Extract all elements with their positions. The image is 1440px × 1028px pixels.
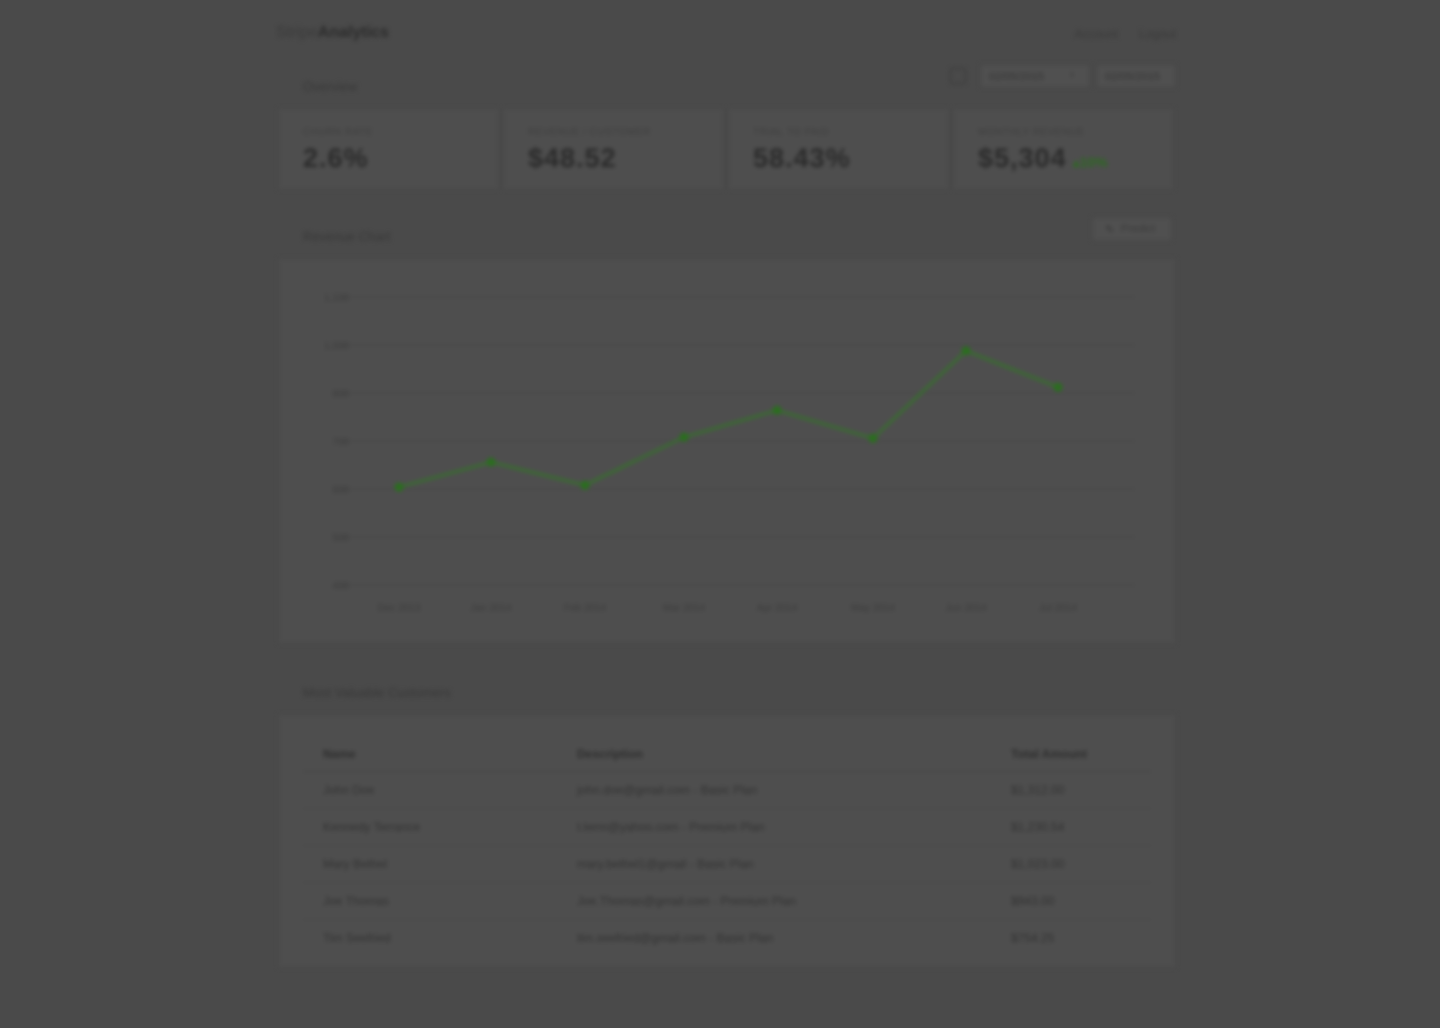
dashboard-page: StripeAnalytics Account Logout Overview … — [0, 0, 1440, 1028]
brand-name: Analytics — [317, 24, 389, 41]
y-tick-label: 700 — [332, 437, 349, 448]
kpi-churn-rate: CHURN RATE 2.6% — [278, 108, 499, 190]
cell-description: mary.bethel1@gmail - Basic Plan — [576, 845, 1010, 883]
chevron-right-icon: › — [1070, 67, 1074, 81]
cell-description: t.term@yahoo.com - Premium Plan — [576, 808, 1010, 846]
table-row[interactable]: John Doe john.doe@gmail.com - Basic Plan… — [303, 771, 1151, 809]
x-tick-label: May 2014 — [851, 603, 895, 614]
brand-prefix: Stripe — [276, 24, 318, 41]
cell-description: tim.seefried@gmail.com - Basic Plan — [577, 931, 774, 945]
data-point[interactable] — [868, 433, 878, 443]
kpi-label: TRIAL TO PAID — [753, 127, 830, 138]
top-bar: StripeAnalytics Account Logout — [276, 20, 1176, 46]
kpi-value: 58.43% — [753, 143, 851, 173]
customers-title: Most Valuable Customers — [303, 685, 451, 700]
kpi-delta-badge: ▴10% — [1072, 154, 1108, 170]
cell-total-amount: $943.00 — [1010, 882, 1151, 920]
cell-total-amount: $1,230.54 — [1010, 808, 1151, 846]
customers-table: Name Description Total Amount John Doe j… — [303, 737, 1151, 956]
revenue-line-chart: 400 500 600 700 800 1,000 1,100 Dec 2013 Jan 201… — [324, 293, 1135, 614]
y-tick-label: 400 — [332, 581, 349, 592]
kpi-monthly-revenue: MONTHLY REVENUE $5,304 ▴10% — [953, 108, 1174, 190]
date-to-input[interactable]: 02/05/2015 — [1096, 64, 1176, 88]
cell-total-amount: $1,312.00 — [1010, 771, 1151, 809]
y-tick-label: 500 — [332, 533, 349, 544]
kpi-label: MONTHLY REVENUE — [978, 127, 1085, 138]
data-point[interactable] — [486, 457, 496, 467]
x-tick-label: Feb 2014 — [564, 603, 607, 614]
kpi-value: 2.6% — [303, 143, 369, 173]
data-point[interactable] — [679, 432, 689, 442]
top-links: Account Logout — [1057, 27, 1176, 41]
overview-title: Overview — [303, 79, 358, 94]
revenue-chart-title: Revenue Chart — [303, 229, 391, 244]
table-row[interactable]: Tim Seefried tim.seefried@gmail.com - Ba… — [303, 920, 1151, 957]
x-tick-label: Apr 2014 — [757, 603, 798, 614]
table-row[interactable]: Mary Bethel mary.bethel1@gmail - Basic P… — [303, 845, 1151, 883]
x-tick-label: Jan 2014 — [470, 603, 512, 614]
predict-label: Predict — [1121, 223, 1156, 235]
kpi-value-wrap: $5,304 ▴10% — [978, 143, 1108, 174]
data-point[interactable] — [1053, 382, 1063, 392]
cell-name: Tim Seefried — [323, 931, 391, 945]
x-tick-label: Jun 2014 — [945, 603, 987, 614]
kpi-value: $48.52 — [528, 143, 617, 173]
cell-name: Joe Thomas — [303, 882, 576, 920]
table-row[interactable]: Joe Thomas Joe.Thomas@gmail.com - Premiu… — [303, 882, 1151, 920]
x-tick-label: Dec 2013 — [378, 603, 421, 614]
cell-name: John Doe — [303, 771, 576, 809]
cell-name: Kennedy Terrance — [303, 808, 576, 846]
cell-description: Joe.Thomas@gmail.com - Premium Plan — [576, 882, 1010, 920]
data-point[interactable] — [394, 482, 404, 492]
cell-total-amount: $754.25 — [1011, 931, 1055, 945]
y-tick-label: 1,100 — [324, 293, 349, 304]
table-row[interactable]: Kennedy Terrance t.term@yahoo.com - Prem… — [303, 808, 1151, 846]
brand-logo[interactable]: StripeAnalytics — [276, 24, 389, 42]
calendar-icon[interactable] — [950, 68, 966, 84]
account-link[interactable]: Account — [1075, 27, 1118, 41]
data-point[interactable] — [961, 346, 971, 356]
x-tick-label: Jul 2014 — [1039, 603, 1077, 614]
kpi-value: $5,304 — [978, 143, 1067, 173]
y-tick-label: 1,000 — [324, 341, 349, 352]
revenue-series-line — [398, 349, 1059, 489]
kpi-trial-to-paid: TRIAL TO PAID 58.43% — [728, 108, 949, 190]
x-tick-label: Mar 2014 — [663, 603, 706, 614]
cell-name: Mary Bethel — [303, 845, 576, 883]
column-header-name[interactable]: Name — [303, 737, 576, 772]
kpi-row: CHURN RATE 2.6% REVENUE / CUSTOMER $48.5… — [278, 108, 1174, 190]
kpi-revenue-per-customer: REVENUE / CUSTOMER $48.52 — [503, 108, 724, 190]
column-header-description[interactable]: Description — [576, 737, 1010, 772]
y-tick-label: 800 — [332, 389, 349, 400]
column-header-total-amount[interactable]: Total Amount — [1010, 737, 1151, 772]
data-point[interactable] — [772, 405, 782, 415]
date-range-picker: 02/05/2015 › 02/05/2015 — [950, 64, 1176, 90]
cell-description: john.doe@gmail.com - Basic Plan — [576, 771, 1010, 809]
logout-link[interactable]: Logout — [1139, 27, 1176, 41]
revenue-chart: 400 500 600 700 800 1,000 1,100 Dec 2013 Jan 201… — [278, 258, 1176, 644]
kpi-label: REVENUE / CUSTOMER — [528, 127, 651, 138]
table-header-row: Name Description Total Amount — [303, 737, 1151, 772]
cell-total-amount: $1,023.00 — [1010, 845, 1151, 883]
predict-button[interactable]: ✎ Predict — [1092, 217, 1172, 241]
kpi-label: CHURN RATE — [303, 127, 373, 138]
customers-card: Name Description Total Amount John Doe j… — [278, 714, 1176, 968]
data-point[interactable] — [580, 480, 590, 490]
wand-icon: ✎ — [1105, 224, 1115, 236]
y-tick-label: 600 — [332, 485, 349, 496]
